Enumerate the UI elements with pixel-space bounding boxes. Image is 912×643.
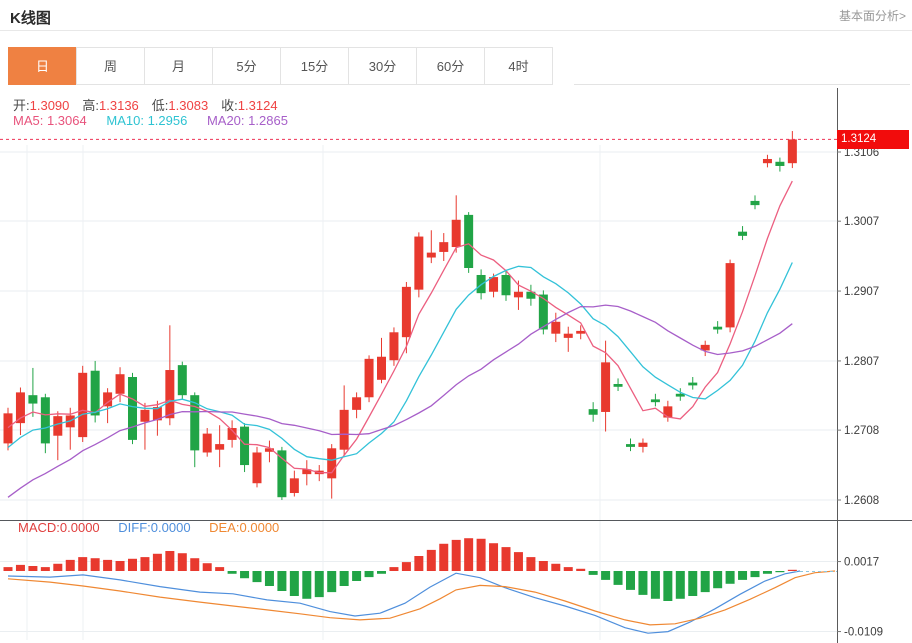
- ma20-line: [8, 305, 792, 497]
- ma-legend: MA5: 1.3064 MA10: 1.2956 MA20: 1.2865: [13, 113, 304, 128]
- macd-value-legend: MACD:0.0000: [18, 520, 100, 535]
- high-value: 1.3136: [99, 98, 139, 113]
- right-axis-labels: 1.31061.30071.29071.28071.27081.26080.00…: [837, 147, 883, 639]
- svg-text:1.3007: 1.3007: [844, 216, 879, 228]
- dea-line: [8, 571, 835, 625]
- open-label: 开:: [13, 98, 30, 113]
- low-value: 1.3083: [168, 98, 208, 113]
- ma5-legend: MA5: 1.3064: [13, 113, 87, 128]
- ma20-legend: MA20: 1.2865: [207, 113, 288, 128]
- svg-text:0.0017: 0.0017: [844, 557, 879, 569]
- ohlc-legend: 开:1.3090 高:1.3136 低:1.3083 收:1.3124: [13, 95, 291, 114]
- svg-text:1.2907: 1.2907: [844, 286, 879, 298]
- macd-legend: MACD:0.0000 DIFF:0.0000 DEA:0.0000: [18, 520, 294, 535]
- svg-text:1.2708: 1.2708: [844, 425, 879, 437]
- dea-value-legend: DEA:0.0000: [209, 520, 279, 535]
- current-price-tag: 1.3124: [837, 130, 909, 149]
- high-label: 高:: [82, 98, 99, 113]
- svg-text:1.2608: 1.2608: [844, 495, 879, 507]
- kline-widget: K线图 基本面分析> 日周月5分15分30分60分4时 1.31061.3007…: [0, 0, 912, 643]
- ma10-legend: MA10: 1.2956: [106, 113, 187, 128]
- candles-layer: [4, 131, 797, 500]
- low-label: 低:: [152, 98, 169, 113]
- open-value: 1.3090: [30, 98, 70, 113]
- close-value: 1.3124: [238, 98, 278, 113]
- close-label: 收:: [221, 98, 238, 113]
- diff-value-legend: DIFF:0.0000: [118, 520, 190, 535]
- svg-text:1.2807: 1.2807: [844, 356, 879, 368]
- svg-text:-0.0109: -0.0109: [844, 627, 883, 639]
